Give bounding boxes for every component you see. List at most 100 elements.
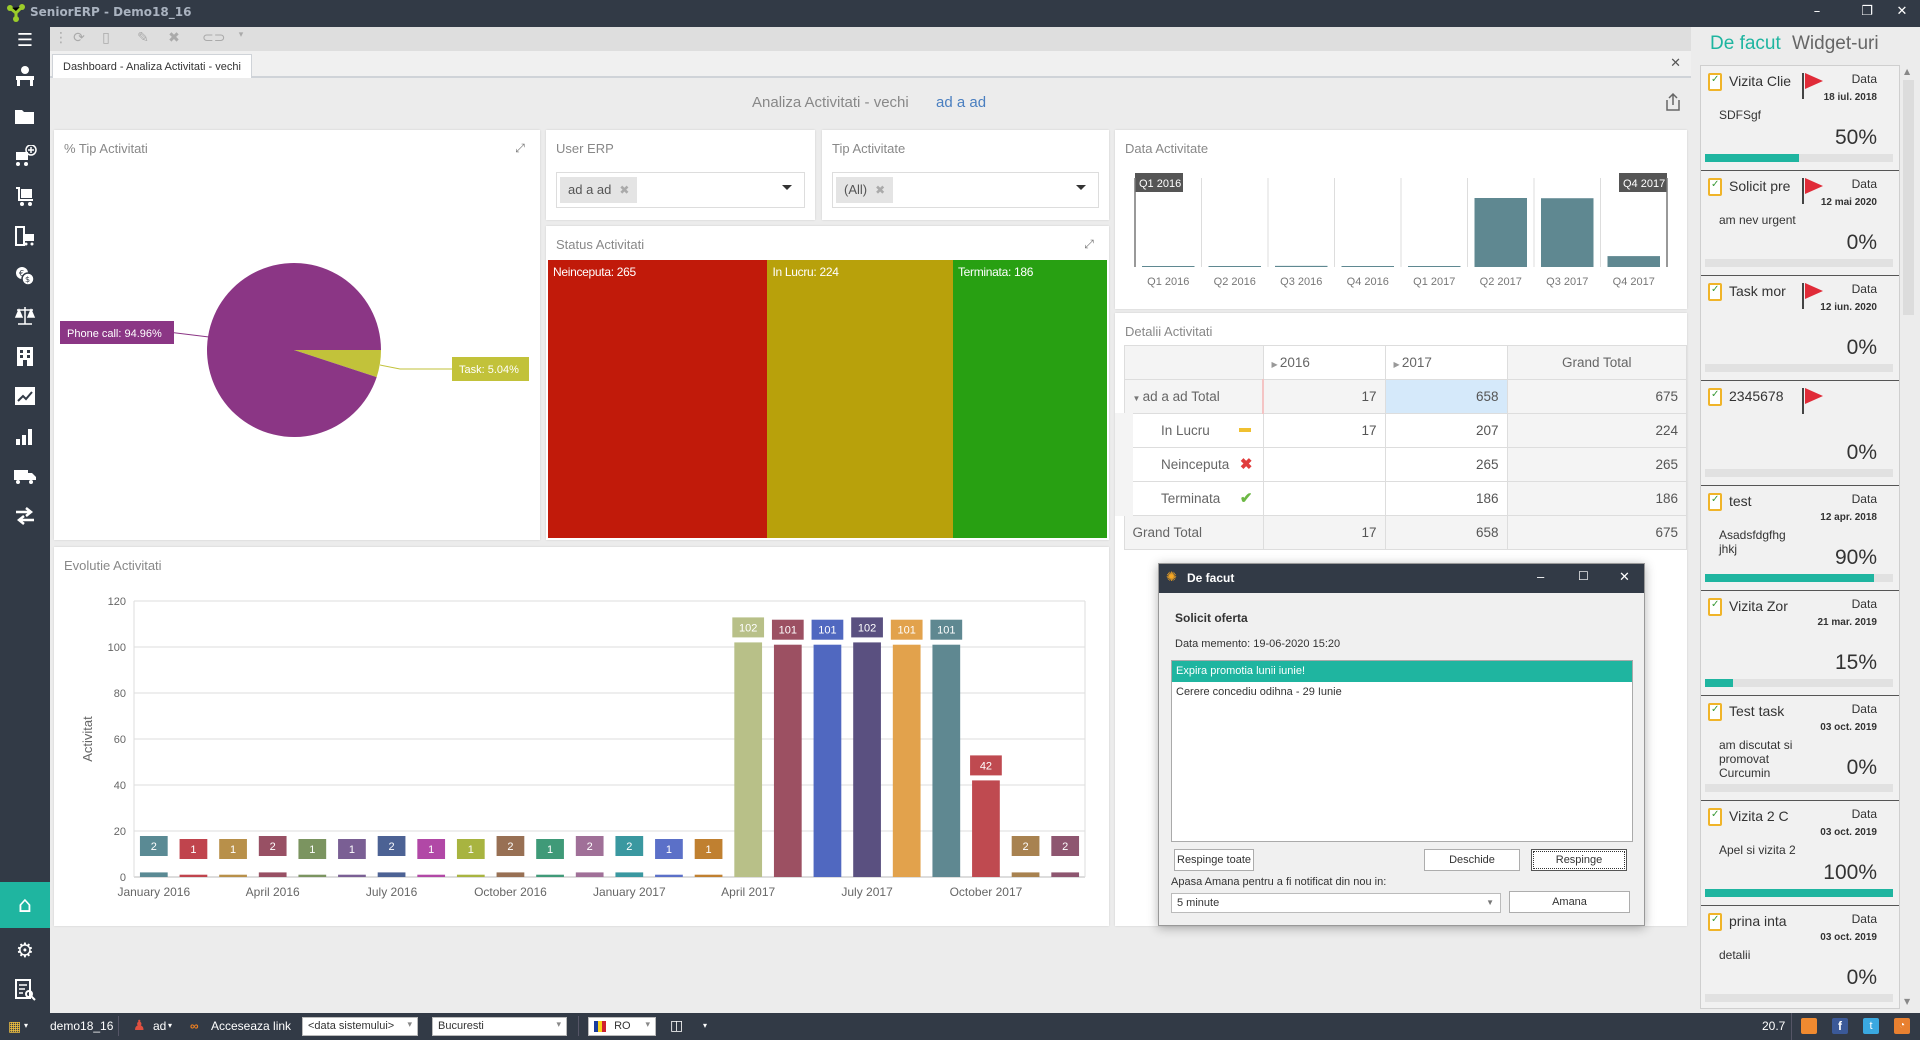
snooze-select[interactable]: 5 minute ▼ <box>1171 893 1501 913</box>
delete-icon[interactable]: ✖ <box>163 30 185 48</box>
task-list: Vizita Clie Data 18 iul. 2018 SDFSgf 50% So… <box>1700 65 1900 1009</box>
panel-title: Tip Activitate <box>832 141 906 156</box>
minimize-button[interactable]: – <box>1802 4 1832 19</box>
pivot-row-user-total: ▼ ad a ad Total 17 658 675 <box>1123 379 1687 414</box>
user-erp-combo[interactable]: ad a ad ✖ <box>556 172 805 208</box>
task-list-scrollbar[interactable]: ▲ ▼ <box>1900 65 1917 1009</box>
apps-grid-icon[interactable]: ▦ <box>8 1018 21 1035</box>
task-card[interactable]: Vizita Zor Data 21 mar. 2019 15% <box>1701 591 1899 696</box>
user-menu[interactable]: ad <box>153 1019 166 1033</box>
portal-icon[interactable] <box>1801 1018 1817 1034</box>
restore-button[interactable]: ❐ <box>1852 4 1882 19</box>
chip-remove-icon[interactable]: ✖ <box>619 183 629 197</box>
reception-icon[interactable] <box>10 63 40 89</box>
finance-icon[interactable]: € $ <box>10 263 40 289</box>
flag-pole <box>1802 283 1804 309</box>
task-date: 03 oct. 2019 <box>1820 722 1877 733</box>
task-card[interactable]: test Data 12 apr. 2018 Asadsfdgfhg jhkj 90% <box>1701 486 1899 591</box>
tab-close-icon[interactable]: ✕ <box>1670 56 1681 71</box>
pivot-col-2017[interactable]: ▶ 2017 <box>1384 345 1508 380</box>
balance-icon[interactable] <box>10 303 40 329</box>
apps-dropdown-icon[interactable]: ▾ <box>24 1021 28 1030</box>
reminder-item[interactable]: Cerere concediu odihna - 29 Iunie <box>1172 682 1632 703</box>
new-document-icon[interactable]: ▯ <box>95 30 117 48</box>
export-icon[interactable] <box>1664 92 1682 112</box>
status-treemap: Neinceputa: 265 In Lucru: 224 Terminata: 1… <box>548 260 1107 538</box>
cart-icon[interactable] <box>10 183 40 209</box>
snooze-button[interactable]: Amana <box>1509 891 1630 913</box>
add-to-cart-icon[interactable] <box>10 143 40 169</box>
bar-data-label: 101 <box>818 625 836 637</box>
chip-remove-icon[interactable]: ✖ <box>875 183 885 197</box>
bar <box>932 644 961 877</box>
inventory-icon[interactable] <box>10 223 40 249</box>
transfer-icon[interactable] <box>10 503 40 529</box>
documents-icon[interactable] <box>10 103 40 129</box>
rss-icon[interactable]: ◔ <box>1894 1018 1910 1034</box>
system-date-combo[interactable]: <data sistemului> ▾ <box>302 1017 418 1036</box>
task-card[interactable]: Test task Data 03 oct. 2019 am discutat si … <box>1701 696 1899 801</box>
tab-dashboard[interactable]: Dashboard - Analiza Activitati - vechi <box>52 54 252 78</box>
bar-data-label: 2 <box>1023 841 1029 853</box>
task-card[interactable]: Vizita Clie Data 18 iul. 2018 SDFSgf 50% <box>1701 66 1899 171</box>
reject-all-button[interactable]: Respinge toate <box>1174 849 1254 871</box>
statistics-icon[interactable] <box>10 423 40 449</box>
row-header[interactable]: ▼ ad a ad Total <box>1123 379 1264 414</box>
reminder-item-selected[interactable]: Expira promotia lunii iunie! <box>1172 661 1632 682</box>
settings-icon[interactable]: ⚙ <box>10 937 40 963</box>
treemap-cell-in-lucru[interactable]: In Lucru: 224 <box>767 260 953 538</box>
trend-chart-icon[interactable] <box>10 383 40 409</box>
user-dropdown-icon[interactable]: ▾ <box>168 1021 172 1030</box>
treemap-cell-terminata[interactable]: Terminata: 186 <box>952 260 1107 538</box>
refresh-icon[interactable]: ⟳ <box>68 30 90 48</box>
access-link[interactable]: Acceseaza link <box>211 1019 291 1033</box>
hamburger-menu-icon[interactable]: ☰ <box>10 27 40 53</box>
chevron-down-icon[interactable] <box>782 185 792 190</box>
task-card[interactable]: 2345678 0% <box>1701 381 1899 486</box>
tip-activitate-combo[interactable]: (All) ✖ <box>832 172 1099 208</box>
layout-icon[interactable]: ◫ <box>670 1017 683 1034</box>
romania-flag-icon <box>594 1020 606 1032</box>
report-search-icon[interactable] <box>10 977 40 1003</box>
tab-widget-uri[interactable]: Widget-uri <box>1792 33 1879 55</box>
home-button[interactable]: ⌂ <box>0 882 50 928</box>
task-percent: 90% <box>1834 546 1877 569</box>
reject-button[interactable]: Respinge <box>1531 849 1627 871</box>
treemap-cell-neinceputa[interactable]: Neinceputa: 265 <box>548 260 768 538</box>
close-button[interactable]: ✕ <box>1887 4 1917 19</box>
task-name: 2345678 <box>1729 388 1784 404</box>
task-card[interactable]: Vizita 2 C Data 03 oct. 2019 Apel si vizita… <box>1701 801 1899 906</box>
dialog-close-button[interactable]: ✕ <box>1619 569 1630 585</box>
twitter-icon[interactable]: t <box>1863 1018 1879 1034</box>
range-tick-label: Q4 2016 <box>1347 276 1389 288</box>
task-card[interactable]: Solicit preData12 mai 2020am nev urgent … <box>1701 171 1899 276</box>
chevron-down-icon[interactable] <box>1076 185 1086 190</box>
scroll-up-icon[interactable]: ▲ <box>1904 67 1910 76</box>
scroll-down-icon[interactable]: ▼ <box>1904 997 1910 1006</box>
expand-icon[interactable]: ⤢ <box>1081 236 1097 252</box>
bar-data-label: 1 <box>706 844 712 856</box>
range-start-label: Q1 2016 <box>1139 178 1181 190</box>
link-dropdown-icon[interactable]: ▾ <box>230 30 252 48</box>
facebook-icon[interactable]: f <box>1832 1018 1848 1034</box>
pivot-col-2016[interactable]: ▶ 2016 <box>1262 345 1386 380</box>
col-label: Grand Total <box>1561 355 1632 370</box>
bar-data-label: 1 <box>349 844 355 856</box>
language-combo[interactable]: RO ▾ <box>588 1017 656 1036</box>
dialog-maximize-button[interactable]: ☐ <box>1578 569 1589 583</box>
task-card[interactable]: Task mor Data 12 iun. 2020 0% <box>1701 276 1899 381</box>
delivery-truck-icon[interactable] <box>10 463 40 489</box>
tab-de-facut[interactable]: De facut <box>1710 33 1781 55</box>
company-icon[interactable] <box>10 343 40 369</box>
edit-icon[interactable]: ✎ <box>132 30 154 48</box>
task-card[interactable]: prina inta Data 03 oct. 2019 detalii 0% <box>1701 906 1899 1008</box>
cell-selected[interactable]: 658 <box>1384 379 1508 414</box>
city-combo[interactable]: Bucuresti ▾ <box>432 1017 567 1036</box>
open-button[interactable]: Deschide <box>1424 849 1520 871</box>
layout-dropdown-icon[interactable]: ▾ <box>703 1021 707 1030</box>
scroll-thumb[interactable] <box>1903 80 1914 315</box>
link-icon[interactable]: ⊂⊃ <box>202 30 225 48</box>
dialog-minimize-button[interactable]: – <box>1537 569 1544 584</box>
bar <box>179 874 208 877</box>
tab-label: Dashboard - Analiza Activitati - vechi <box>63 61 241 73</box>
